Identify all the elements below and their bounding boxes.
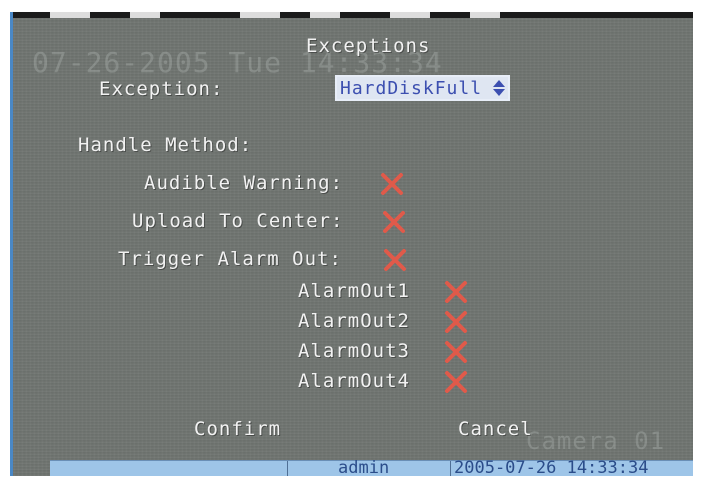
alarm-out-1-checkbox[interactable] bbox=[444, 280, 468, 304]
cancel-button[interactable]: Cancel bbox=[458, 418, 533, 440]
upload-to-center-checkbox[interactable] bbox=[382, 210, 406, 234]
status-datetime: 2005-07-26 14:33:34 bbox=[454, 458, 649, 476]
osd-camera-label: Camera 01 bbox=[526, 427, 666, 455]
status-bar: admin 2005-07-26 14:33:34 bbox=[50, 458, 693, 476]
handle-method-label: Handle Method: bbox=[78, 134, 253, 156]
alarm-out-3-label: AlarmOut3 bbox=[298, 340, 410, 362]
exception-select[interactable]: HardDiskFull bbox=[335, 75, 510, 101]
confirm-button[interactable]: Confirm bbox=[194, 418, 281, 440]
up-down-arrows-icon bbox=[493, 80, 505, 96]
alarm-out-2-checkbox[interactable] bbox=[444, 310, 468, 334]
alarm-out-3-checkbox[interactable] bbox=[444, 340, 468, 364]
upload-to-center-label: Upload To Center: bbox=[132, 210, 344, 232]
top-border-strip bbox=[10, 12, 693, 18]
exception-select-value: HardDiskFull bbox=[340, 78, 483, 99]
alarm-out-4-checkbox[interactable] bbox=[444, 370, 468, 394]
dvr-screen: 07-26-2005 Tue 14:33:34 Camera 01 Except… bbox=[10, 12, 693, 476]
dialog-title: Exceptions bbox=[306, 35, 431, 57]
trigger-alarm-out-checkbox[interactable] bbox=[383, 248, 407, 272]
exception-label: Exception: bbox=[99, 78, 224, 100]
alarm-out-4-label: AlarmOut4 bbox=[298, 370, 410, 392]
alarm-out-2-label: AlarmOut2 bbox=[298, 310, 410, 332]
left-border-strip bbox=[10, 12, 13, 476]
trigger-alarm-out-label: Trigger Alarm Out: bbox=[118, 248, 342, 270]
audible-warning-label: Audible Warning: bbox=[144, 172, 344, 194]
status-user: admin bbox=[338, 458, 390, 476]
audible-warning-checkbox[interactable] bbox=[380, 172, 404, 196]
alarm-out-1-label: AlarmOut1 bbox=[298, 280, 410, 302]
